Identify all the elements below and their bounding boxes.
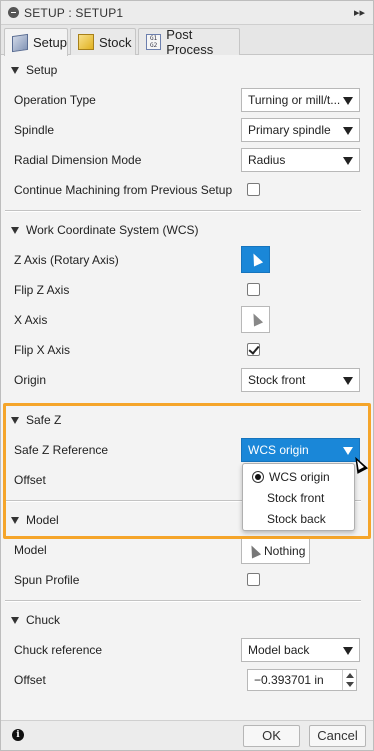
stock-icon — [78, 34, 94, 50]
chuck-reference-select[interactable]: Model back — [241, 638, 360, 662]
menu-item-stock-front[interactable]: Stock front — [243, 488, 354, 508]
section-setup-header[interactable]: Setup — [1, 59, 373, 81]
ok-button[interactable]: OK — [243, 725, 300, 747]
tab-bar: Setup Stock G1 G2 Post Process — [1, 25, 373, 57]
chuck-offset-label: Offset — [14, 673, 46, 687]
radial-dimension-select[interactable]: Radius — [241, 148, 360, 172]
dialog-footer: i OK Cancel — [1, 720, 373, 750]
tab-stock[interactable]: Stock — [70, 28, 136, 55]
section-chuck-title: Chuck — [26, 613, 61, 627]
menu-item-wcs-origin[interactable]: WCS origin — [243, 467, 354, 487]
spindle-value: Primary spindle — [248, 123, 331, 137]
chevron-down-icon — [343, 377, 353, 385]
x-axis-selector-button[interactable] — [241, 306, 270, 333]
chevron-down-icon — [343, 97, 353, 105]
section-model-title: Model — [26, 513, 59, 527]
stepper-up-icon[interactable] — [346, 673, 354, 678]
safe-z-reference-select[interactable]: WCS origin — [241, 438, 360, 462]
chuck-reference-value: Model back — [248, 643, 310, 657]
collapse-triangle-icon — [11, 416, 19, 424]
pointer-arrow-icon — [248, 251, 264, 267]
operation-type-select[interactable]: Turning or mill/t... — [241, 88, 360, 112]
cancel-button[interactable]: Cancel — [309, 725, 366, 747]
chevron-down-icon — [343, 157, 353, 165]
title-bar: SETUP : SETUP1 ▸▸ — [1, 1, 373, 25]
pointer-arrow-icon — [248, 311, 264, 327]
collapse-triangle-icon — [11, 516, 19, 524]
tab-setup[interactable]: Setup — [4, 28, 68, 56]
continue-machining-checkbox[interactable] — [247, 183, 260, 196]
section-wcs-header[interactable]: Work Coordinate System (WCS) — [1, 219, 373, 241]
tab-post-process-label: Post Process — [166, 27, 214, 57]
chuck-offset-value: −0.393701 in — [254, 673, 324, 687]
origin-value: Stock front — [248, 373, 306, 387]
divider — [5, 600, 361, 602]
section-setup-title: Setup — [26, 63, 58, 77]
chevron-down-icon — [343, 647, 353, 655]
origin-label: Origin — [14, 373, 47, 387]
model-selector-button[interactable]: Nothing — [241, 538, 310, 564]
post-process-icon: G1 G2 — [146, 34, 162, 50]
stepper-down-icon[interactable] — [346, 682, 354, 687]
chuck-offset-input[interactable]: −0.393701 in — [247, 669, 357, 691]
spindle-select[interactable]: Primary spindle — [241, 118, 360, 142]
menu-item-stock-back[interactable]: Stock back — [243, 509, 354, 529]
origin-select[interactable]: Stock front — [241, 368, 360, 392]
setup-icon — [12, 33, 28, 52]
model-label: Model — [14, 543, 47, 557]
safe-z-offset-label: Offset — [14, 473, 46, 487]
spun-profile-label: Spun Profile — [14, 573, 80, 587]
menu-item-label: Stock front — [267, 491, 325, 505]
menu-item-label: Stock back — [267, 512, 326, 526]
expand-icon[interactable]: ▸▸ — [354, 6, 365, 19]
z-axis-selector-button[interactable] — [241, 246, 270, 273]
operation-type-value: Turning or mill/t... — [248, 93, 341, 107]
safe-z-reference-label: Safe Z Reference — [14, 443, 109, 457]
radio-selected-icon — [252, 471, 264, 483]
menu-item-label: WCS origin — [269, 470, 330, 484]
tab-setup-label: Setup — [33, 35, 67, 50]
x-axis-label: X Axis — [14, 313, 48, 327]
tab-post-process[interactable]: G1 G2 Post Process — [138, 27, 240, 57]
offset-stepper[interactable] — [342, 670, 356, 690]
operation-type-label: Operation Type — [14, 93, 96, 107]
flip-z-axis-checkbox[interactable] — [247, 283, 260, 296]
chevron-down-icon — [343, 447, 353, 455]
flip-x-axis-label: Flip X Axis — [14, 343, 71, 357]
flip-x-axis-checkbox[interactable] — [247, 343, 260, 356]
radial-dimension-value: Radius — [248, 153, 286, 167]
flip-z-axis-label: Flip Z Axis — [14, 283, 70, 297]
safe-z-reference-value: WCS origin — [248, 443, 309, 457]
section-safe-z-header[interactable]: Safe Z — [1, 409, 373, 431]
dialog-title: SETUP : SETUP1 — [24, 6, 124, 20]
model-selector-value: Nothing — [264, 544, 306, 558]
collapse-triangle-icon — [11, 226, 19, 234]
chuck-reference-label: Chuck reference — [14, 643, 103, 657]
section-wcs-title: Work Coordinate System (WCS) — [26, 223, 199, 237]
spindle-label: Spindle — [14, 123, 55, 137]
spun-profile-checkbox[interactable] — [247, 573, 260, 586]
tab-stock-label: Stock — [99, 34, 132, 50]
section-safe-z-title: Safe Z — [26, 413, 62, 427]
chevron-down-icon — [343, 127, 353, 135]
divider — [5, 210, 361, 212]
collapse-triangle-icon — [11, 616, 19, 624]
minus-circle-icon[interactable] — [8, 7, 19, 18]
pointer-arrow-icon — [246, 543, 262, 559]
safe-z-reference-menu: WCS origin Stock front Stock back — [242, 463, 355, 531]
info-icon[interactable]: i — [12, 729, 24, 741]
continue-machining-label: Continue Machining from Previous Setup — [14, 183, 233, 197]
setup-dialog: SETUP : SETUP1 ▸▸ Setup Stock G1 G2 Post… — [0, 0, 374, 751]
radial-dimension-label: Radial Dimension Mode — [14, 153, 142, 167]
section-chuck-header[interactable]: Chuck — [1, 609, 373, 631]
collapse-triangle-icon — [11, 66, 19, 74]
z-axis-label: Z Axis (Rotary Axis) — [14, 253, 119, 267]
